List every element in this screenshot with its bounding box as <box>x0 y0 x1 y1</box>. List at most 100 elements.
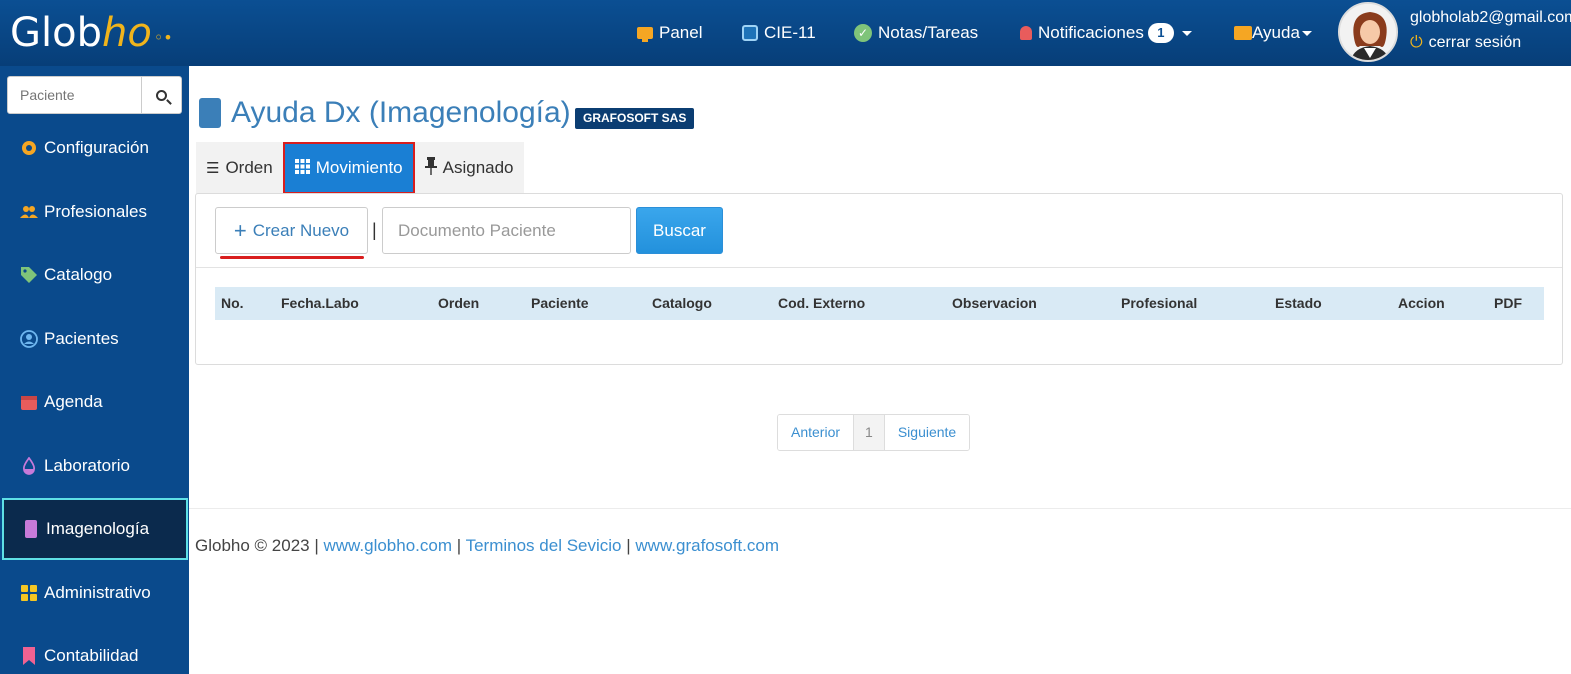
nav-panel[interactable]: Panel <box>637 0 702 66</box>
footer-separator: | <box>626 536 631 555</box>
sidebar-item-label: Configuración <box>44 138 149 157</box>
globe-icon <box>742 25 758 41</box>
column-header[interactable]: Cod. Externo <box>778 287 865 320</box>
panel-toolbar: + Crear Nuevo | Buscar <box>196 194 1562 268</box>
page-title-text: Ayuda Dx (Imagenología) <box>231 96 571 129</box>
pagination: Anterior 1 Siguiente <box>777 414 971 451</box>
nav-notes-label: Notas/Tareas <box>878 23 979 42</box>
sidebar-item-label: Contabilidad <box>44 646 139 665</box>
column-header[interactable]: PDF <box>1494 287 1522 320</box>
nav-notifications-label: Notificaciones <box>1038 23 1144 42</box>
tabs: ☰ Orden Movimiento Asignado <box>196 142 524 194</box>
patient-search-button[interactable] <box>141 77 181 113</box>
table-grid-icon <box>294 158 310 178</box>
bookmark-icon <box>20 647 38 665</box>
tab-asignado[interactable]: Asignado <box>414 142 524 194</box>
patient-document-input[interactable] <box>382 207 631 254</box>
check-circle-icon: ✓ <box>854 24 872 42</box>
gear-icon <box>20 139 38 157</box>
column-header[interactable]: Catalogo <box>652 287 712 320</box>
user-circle-icon <box>20 330 38 348</box>
sidebar-item-agenda[interactable]: Agenda <box>2 371 188 433</box>
sidebar-item-contabilidad[interactable]: Contabilidad <box>2 625 188 674</box>
logout-label: cerrar sesión <box>1428 34 1522 51</box>
pin-icon <box>424 157 437 179</box>
bell-icon <box>1020 26 1032 40</box>
sidebar-item-administrativo[interactable]: Administrativo <box>2 562 188 624</box>
footer-link-terms[interactable]: Terminos del Sevicio <box>466 536 622 555</box>
monitor-icon <box>637 27 653 42</box>
column-header[interactable]: Accion <box>1398 287 1445 320</box>
sidebar-item-configuracion[interactable]: Configuración <box>2 117 188 179</box>
column-header[interactable]: Paciente <box>531 287 589 320</box>
sidebar-item-imagenologia[interactable]: Imagenología <box>2 498 188 560</box>
patient-search <box>7 76 182 114</box>
pagination-page[interactable]: 1 <box>853 415 885 450</box>
search-button[interactable]: Buscar <box>636 207 723 254</box>
sidebar-item-profesionales[interactable]: Profesionales <box>2 181 188 243</box>
tab-label: Orden <box>225 158 273 177</box>
caret-down-icon <box>1301 30 1312 36</box>
company-badge: GRAFOSOFT SAS <box>575 108 695 129</box>
nav-notes[interactable]: ✓ Notas/Tareas <box>854 0 978 66</box>
sidebar-item-pacientes[interactable]: Pacientes <box>2 308 188 370</box>
footer: Globho © 2023 | www.globho.com | Termino… <box>195 536 779 556</box>
globho-logo[interactable]: Glob ho ◦• <box>10 10 173 56</box>
sidebar-item-label: Imagenología <box>46 519 150 538</box>
logo-text: Glob <box>10 10 102 56</box>
users-icon <box>20 203 38 221</box>
pagination-prev[interactable]: Anterior <box>778 415 854 450</box>
sidebar-item-laboratorio[interactable]: Laboratorio <box>2 435 188 497</box>
sidebar-item-label: Agenda <box>44 392 103 411</box>
book-icon <box>199 98 221 128</box>
logo-dots-icon: ◦• <box>153 27 173 47</box>
footer-link-globho[interactable]: www.globho.com <box>324 536 453 555</box>
logout-link[interactable]: ⏻ cerrar sesión <box>1410 34 1521 52</box>
notifications-count-badge: 1 <box>1147 23 1174 43</box>
column-header[interactable]: Profesional <box>1121 287 1197 320</box>
chat-icon <box>1234 26 1252 40</box>
footer-copyright: Globho © 2023 <box>195 536 310 555</box>
nav-cie-label: CIE-11 <box>764 23 816 42</box>
drop-icon <box>20 456 38 475</box>
tab-movimiento[interactable]: Movimiento <box>282 142 415 194</box>
column-header[interactable]: Observacion <box>952 287 1037 320</box>
footer-link-grafosoft[interactable]: www.grafosoft.com <box>635 536 779 555</box>
plus-icon: + <box>233 217 247 243</box>
column-header[interactable]: Estado <box>1275 287 1322 320</box>
user-email: globholab2@gmail.com <box>1410 9 1571 26</box>
footer-separator: | <box>456 536 462 555</box>
tag-icon <box>20 266 38 284</box>
nav-notifications[interactable]: Notificaciones 1 <box>1020 0 1192 66</box>
tab-label: Movimiento <box>315 158 403 177</box>
column-header[interactable]: Orden <box>438 287 479 320</box>
sidebar: Configuración Profesionales Catalogo Pac… <box>0 66 189 674</box>
sidebar-item-catalogo[interactable]: Catalogo <box>2 244 188 306</box>
pagination-next[interactable]: Siguiente <box>884 415 970 450</box>
power-icon: ⏻ <box>1410 34 1423 51</box>
create-new-label: Crear Nuevo <box>252 220 350 240</box>
sidebar-item-label: Pacientes <box>44 329 119 348</box>
logo-text-accent: ho <box>101 10 152 56</box>
create-new-button[interactable]: + Crear Nuevo <box>215 207 368 254</box>
footer-divider <box>189 508 1571 509</box>
book-icon <box>22 520 40 538</box>
sidebar-item-label: Administrativo <box>44 583 151 602</box>
grid-icon <box>20 584 38 602</box>
nav-help-label: Ayuda <box>1252 23 1300 42</box>
column-header[interactable]: No. <box>221 287 244 320</box>
tab-orden[interactable]: ☰ Orden <box>196 142 283 194</box>
sidebar-item-label: Profesionales <box>44 202 148 221</box>
avatar-illustration <box>1340 4 1396 60</box>
search-icon <box>156 89 167 101</box>
sidebar-item-label: Laboratorio <box>44 456 131 475</box>
nav-cie[interactable]: CIE-11 <box>742 0 816 66</box>
nav-help[interactable]: Ayuda <box>1234 0 1312 66</box>
patient-search-input[interactable] <box>8 77 141 113</box>
toolbar-separator: | <box>372 220 377 240</box>
column-header[interactable]: Fecha.Labo <box>281 287 359 320</box>
user-avatar[interactable] <box>1338 2 1398 62</box>
movement-panel: + Crear Nuevo | Buscar No. Fecha.Labo Or… <box>195 193 1563 365</box>
caret-down-icon <box>1181 30 1192 36</box>
footer-separator: | <box>314 536 319 555</box>
